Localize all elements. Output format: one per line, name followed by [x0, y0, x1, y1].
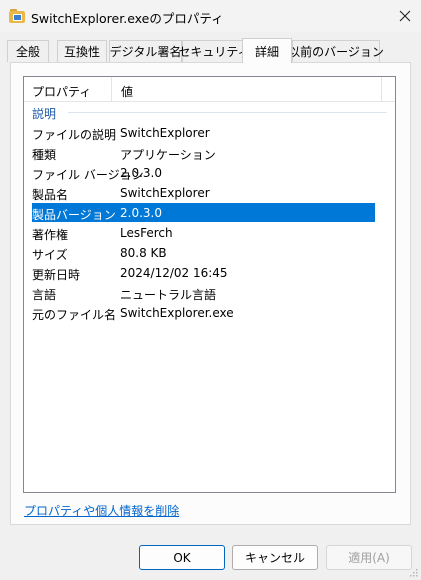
details-panel: プロパティ 値 説明 ファイルの説明 SwitchExplorer 種類 アプリ… — [10, 62, 411, 525]
property-value: LesFerch — [120, 226, 173, 240]
resize-grip-icon[interactable] — [408, 567, 418, 577]
tab-compatibility[interactable]: 互換性 — [57, 40, 107, 62]
folder-app-icon — [9, 8, 25, 24]
property-name: ファイルの説明 — [32, 128, 117, 142]
group-label: 説明 — [32, 107, 57, 121]
property-name: 更新日時 — [32, 268, 81, 282]
group-divider — [68, 112, 387, 113]
list-item[interactable]: 製品名 SwitchExplorer — [32, 183, 395, 202]
property-name: サイズ — [32, 248, 68, 262]
property-name: 言語 — [32, 288, 57, 302]
details-list[interactable]: プロパティ 値 説明 ファイルの説明 SwitchExplorer 種類 アプリ… — [23, 76, 396, 493]
property-name: 著作権 — [32, 228, 69, 242]
property-value: SwitchExplorer — [120, 126, 210, 140]
tab-previous-versions[interactable]: 以前のバージョン — [288, 40, 384, 62]
property-value: 2.0.3.0 — [120, 206, 162, 220]
list-item[interactable]: 更新日時 2024/12/02 16:45 — [32, 263, 395, 282]
list-item[interactable]: サイズ 80.8 KB — [32, 243, 395, 262]
property-value: アプリケーション — [120, 148, 216, 162]
close-button[interactable] — [388, 0, 421, 32]
cancel-button[interactable]: キャンセル — [232, 545, 318, 570]
title-bar: SwitchExplorer.exeのプロパティ — [0, 0, 421, 32]
property-name: 種類 — [32, 148, 57, 162]
list-item[interactable]: 言語 ニュートラル言語 — [32, 283, 395, 302]
remove-properties-link[interactable]: プロパティや個人情報を削除 — [24, 502, 179, 519]
property-name: 製品バージョン — [32, 208, 116, 222]
property-value: 2024/12/02 16:45 — [120, 266, 228, 280]
property-value: ニュートラル言語 — [120, 288, 217, 302]
list-item[interactable]: 種類 アプリケーション — [32, 143, 395, 162]
tab-details[interactable]: 詳細 — [242, 38, 292, 63]
list-item[interactable]: ファイル バージョン 2.0.3.0 — [32, 163, 395, 182]
property-value: SwitchExplorer — [120, 186, 210, 200]
column-header-value[interactable]: 値 — [121, 83, 133, 100]
column-header-property[interactable]: プロパティ — [32, 83, 91, 100]
apply-button[interactable]: 適用(A) — [326, 545, 412, 570]
tab-security[interactable]: セキュリティ — [178, 40, 250, 62]
property-value: 80.8 KB — [120, 246, 167, 260]
group-header-description: 説明 — [24, 103, 395, 121]
list-item[interactable]: 著作権 LesFerch — [32, 223, 395, 242]
property-value: SwitchExplorer.exe — [120, 306, 234, 320]
property-name: 元のファイル名 — [32, 308, 117, 322]
list-item[interactable]: ファイルの説明 SwitchExplorer — [32, 123, 395, 142]
property-name: 製品名 — [32, 188, 69, 202]
tab-digital-signatures[interactable]: デジタル署名 — [109, 40, 182, 62]
property-value: 2.0.3.0 — [120, 166, 162, 180]
list-header: プロパティ 値 — [24, 77, 395, 102]
list-item[interactable]: 元のファイル名 SwitchExplorer.exe — [32, 303, 395, 322]
column-divider[interactable] — [381, 77, 382, 102]
column-divider[interactable] — [111, 77, 112, 102]
close-icon — [399, 10, 410, 22]
ok-button[interactable]: OK — [139, 545, 225, 570]
window-title: SwitchExplorer.exeのプロパティ — [31, 11, 224, 26]
list-item-selected[interactable]: 製品バージョン 2.0.3.0 — [32, 203, 375, 222]
tab-general[interactable]: 全般 — [7, 40, 49, 62]
